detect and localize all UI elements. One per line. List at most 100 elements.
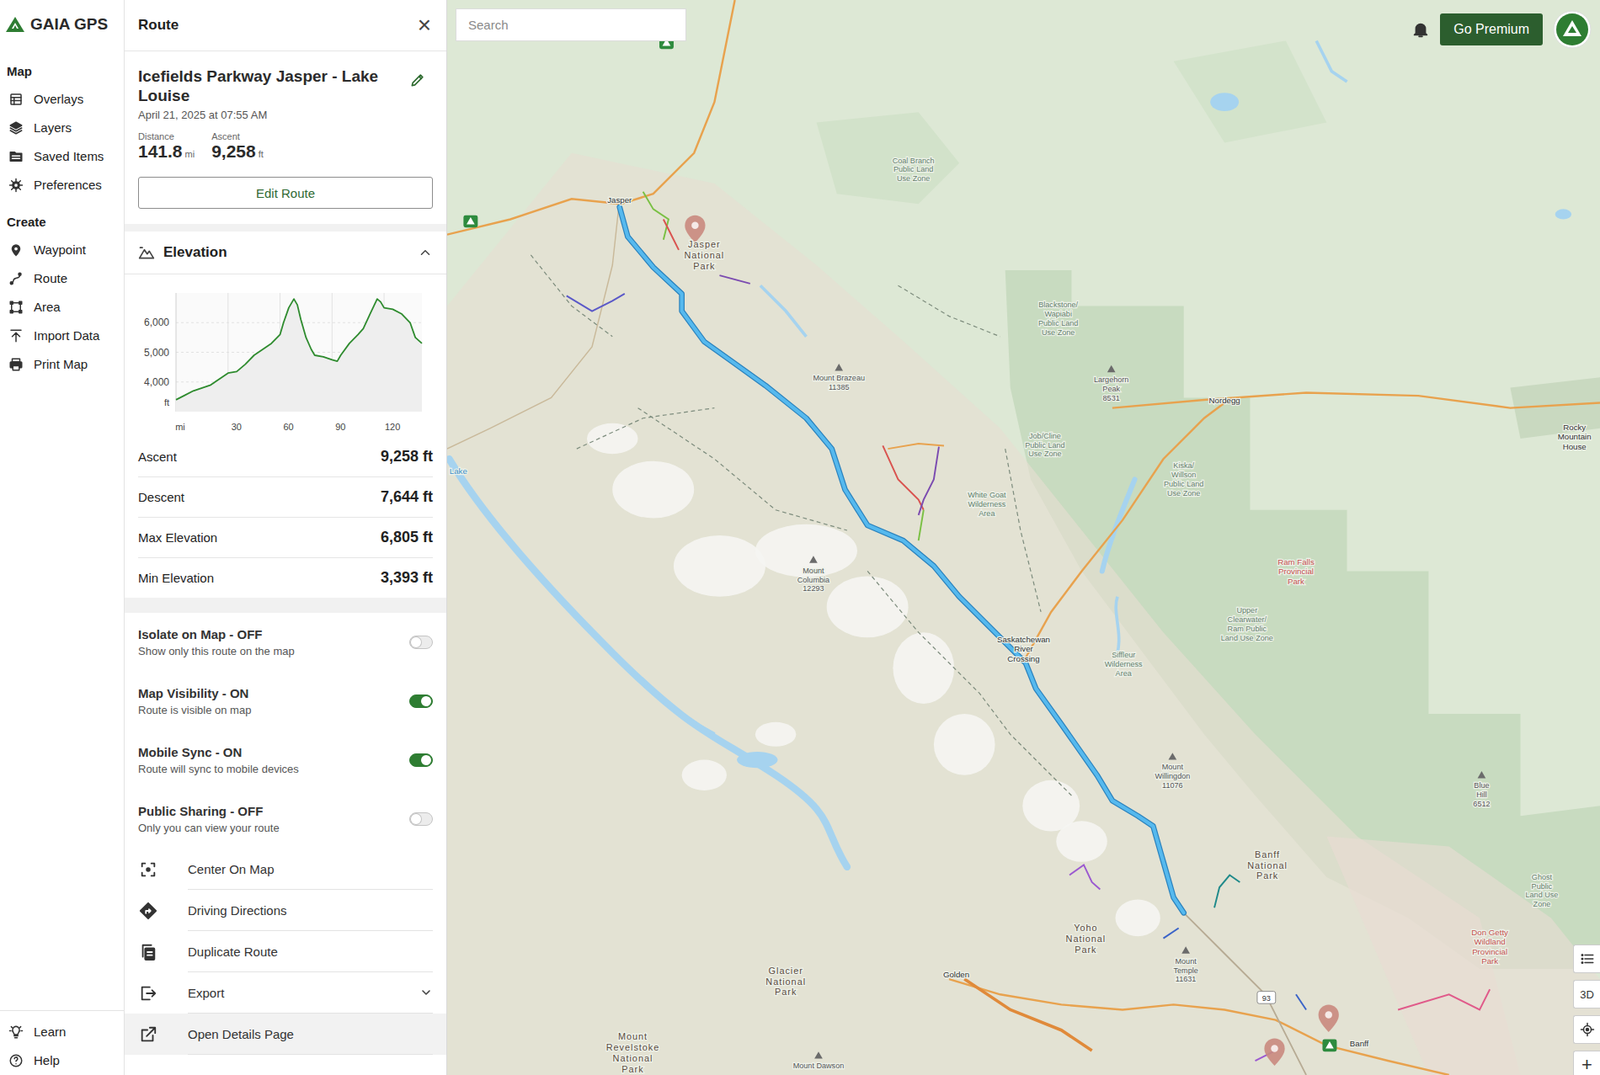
nav-item[interactable]: Layers xyxy=(0,113,124,143)
park-icon[interactable] xyxy=(1322,1040,1337,1053)
peak-icon xyxy=(1168,752,1178,760)
map-canvas[interactable]: 93JasperJasperNationalParkMount Brazeau1… xyxy=(447,0,1600,1075)
layers-icon xyxy=(8,120,24,136)
toggle-row: Map Visibility - ONRoute is visible on m… xyxy=(124,672,447,731)
nav-item[interactable]: Preferences xyxy=(0,170,124,200)
nav-item[interactable]: Print Map xyxy=(0,350,124,379)
close-button[interactable]: × xyxy=(416,13,433,38)
nav-item[interactable]: Learn xyxy=(0,1018,124,1047)
map-label: Mount Dawson xyxy=(793,1051,845,1071)
area-icon xyxy=(8,299,24,315)
toggle-row: Isolate on Map - OFFShow only this route… xyxy=(124,613,447,672)
list-icon xyxy=(1579,951,1595,967)
stat-label: Ascent xyxy=(211,131,264,142)
nav-item[interactable]: Route xyxy=(0,264,124,294)
svg-text:MountWillingdon11076: MountWillingdon11076 xyxy=(1154,762,1190,790)
svg-text:Jasper: Jasper xyxy=(607,195,633,205)
directions-icon xyxy=(138,901,158,921)
toggle-title: Public Sharing - OFF xyxy=(138,804,401,819)
nav-item-label: Waypoint xyxy=(33,242,86,258)
legend-button[interactable] xyxy=(1573,944,1600,974)
map-label: BlueHill6512 xyxy=(1472,771,1490,809)
toggle-switch[interactable] xyxy=(409,812,433,827)
elevation-header[interactable]: Elevation xyxy=(124,231,447,275)
pencil-icon xyxy=(409,71,427,89)
place-pin-icon[interactable] xyxy=(1318,1004,1339,1033)
toggle-title: Mobile Sync - ON xyxy=(138,745,401,760)
nav-item[interactable]: Overlays xyxy=(0,85,124,114)
x-tick: 30 xyxy=(231,421,242,432)
svg-text:Kiska/WillsonPublic LandUse Zo: Kiska/WillsonPublic LandUse Zone xyxy=(1163,461,1204,498)
peak-icon xyxy=(814,1051,823,1059)
toggle-switch[interactable] xyxy=(409,694,433,709)
map-label: SaskatchewanRiverCrossing xyxy=(997,634,1051,664)
action-row[interactable]: Center On Map xyxy=(124,848,447,891)
summary-row: Ascent9,258 ft xyxy=(138,437,433,478)
go-premium-button[interactable]: Go Premium xyxy=(1440,13,1543,46)
svg-text:Ram FallsProvincialPark: Ram FallsProvincialPark xyxy=(1277,557,1315,587)
toggle-knob xyxy=(421,755,432,766)
export-icon xyxy=(138,984,158,1003)
view-3d-button[interactable]: 3D xyxy=(1573,980,1600,1009)
y-tick: 4,000 xyxy=(144,376,170,389)
app-logo[interactable]: GAIA GPS xyxy=(0,0,124,49)
route-line[interactable] xyxy=(619,207,1184,913)
edit-name-button[interactable] xyxy=(409,66,433,89)
bell-icon xyxy=(1411,20,1430,39)
avatar-icon[interactable] xyxy=(1552,10,1592,49)
action-label: Duplicate Route xyxy=(187,944,278,960)
nav-item-label: Layers xyxy=(33,120,72,136)
place-pin-icon[interactable] xyxy=(1264,1038,1285,1067)
action-label: Center On Map xyxy=(187,862,275,877)
action-row[interactable]: Open Details Page xyxy=(124,1013,447,1056)
nav-section-title: Map xyxy=(0,48,124,86)
elevation-area xyxy=(176,298,422,412)
nav-item-label: Route xyxy=(33,271,68,287)
svg-text:Don GettyWildlandProvincialPar: Don GettyWildlandProvincialPark xyxy=(1471,928,1509,967)
summary-value: 7,644 ft xyxy=(380,488,433,507)
notifications-button[interactable] xyxy=(1411,20,1430,39)
action-row[interactable]: Export xyxy=(124,972,447,1014)
action-row[interactable]: Driving Directions xyxy=(124,890,447,932)
action-row[interactable]: Duplicate Route xyxy=(124,931,447,973)
edit-route-button[interactable]: Edit Route xyxy=(138,176,433,209)
map-label: Golden xyxy=(943,970,970,980)
nav-item[interactable]: Saved Items xyxy=(0,142,124,171)
map-view[interactable]: 93JasperJasperNationalParkMount Brazeau1… xyxy=(447,0,1600,1075)
summary-value: 6,805 ft xyxy=(380,528,433,547)
toggle-switch[interactable] xyxy=(409,635,433,650)
map-label: BanffNationalPark xyxy=(1247,849,1288,881)
nav-item[interactable]: Waypoint xyxy=(0,235,124,265)
summary-value: 9,258 ft xyxy=(380,448,433,466)
nav-item[interactable]: Area xyxy=(0,293,124,322)
toggle-knob xyxy=(421,696,432,707)
park-icon[interactable] xyxy=(463,215,478,229)
map-label: Banff xyxy=(1349,1039,1370,1049)
toggle-description: Only you can view your route xyxy=(138,821,401,835)
road-shield: 93 xyxy=(1257,992,1276,1005)
nav-item[interactable]: Import Data xyxy=(0,321,124,351)
svg-text:93: 93 xyxy=(1262,994,1271,1003)
svg-text:RockyMountainHouse: RockyMountainHouse xyxy=(1557,422,1592,452)
center-icon xyxy=(138,860,158,880)
action-label: Driving Directions xyxy=(187,903,288,918)
route-icon xyxy=(8,271,24,287)
nav-item-label: Learn xyxy=(33,1024,66,1040)
y-tick: 6,000 xyxy=(144,316,170,329)
svg-text:Banff: Banff xyxy=(1349,1039,1370,1049)
nav-item-label: Help xyxy=(33,1053,60,1069)
locate-button[interactable] xyxy=(1573,1015,1600,1045)
nav-item[interactable]: Help xyxy=(0,1046,124,1075)
pin-icon xyxy=(8,242,24,258)
toggle-switch[interactable] xyxy=(409,753,433,768)
search-input[interactable] xyxy=(455,8,687,42)
map-label: GhostPublicLand UseZone xyxy=(1525,873,1559,910)
zoom-in-button[interactable]: + xyxy=(1573,1050,1600,1075)
svg-text:JasperNationalPark: JasperNationalPark xyxy=(683,239,725,271)
elevation-chart[interactable]: 6,0005,0004,000ftmi306090120 xyxy=(138,281,433,438)
route-date: April 21, 2025 at 07:55 AM xyxy=(138,108,433,122)
peak-icon xyxy=(1477,771,1487,779)
map-label: Job/ClinePublic LandUse Zone xyxy=(1024,432,1065,459)
svg-text:Coal BranchPublic LandUse Zone: Coal BranchPublic LandUse Zone xyxy=(892,156,935,184)
locate-icon xyxy=(1579,1022,1595,1038)
